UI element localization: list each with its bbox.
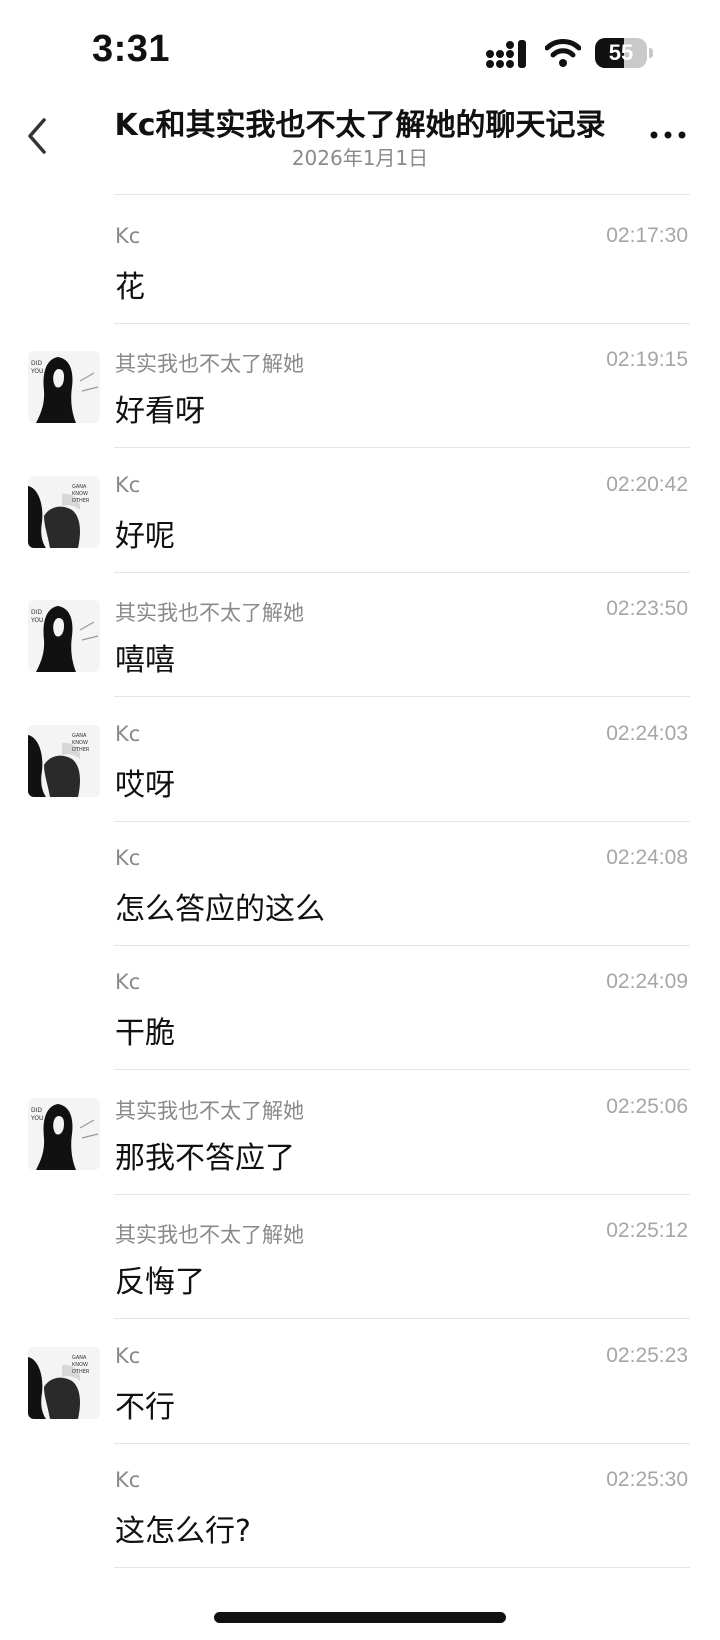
message-text[interactable]: 干脆 (115, 1008, 175, 1052)
message-text[interactable]: 不行 (115, 1382, 175, 1426)
svg-text:KNOW: KNOW (72, 740, 88, 746)
message-row[interactable]: DID YOU 其实我也不太了解她 02:25:06 那我不答应了 (0, 1065, 720, 1195)
nav-bar: Kc和其实我也不太了解她的聊天记录 2026年1月1日 (0, 96, 720, 180)
message-text[interactable]: 嘻嘻 (115, 635, 175, 679)
message-row[interactable]: GANA KNOW OTHER Kc 02:24:03 哎呀 (0, 692, 720, 822)
signal-icon (486, 40, 526, 68)
message-sender: Kc (115, 224, 141, 248)
svg-text:GANA: GANA (72, 733, 87, 739)
svg-text:GANA: GANA (72, 484, 87, 490)
message-row[interactable]: Kc 02:17:30 花 (0, 194, 720, 324)
message-sender: 其实我也不太了解她 (115, 1223, 304, 1247)
svg-text:DID: DID (31, 360, 42, 367)
message-text[interactable]: 这怎么行? (115, 1506, 251, 1550)
battery-percent: 55 (608, 40, 634, 65)
status-time: 3:31 (92, 28, 171, 70)
chevron-left-icon (28, 118, 46, 154)
svg-text:KNOW: KNOW (72, 1362, 88, 1368)
message-sender: Kc (115, 1468, 141, 1492)
message-text[interactable]: 好呢 (115, 511, 175, 555)
message-time: 02:24:09 (606, 970, 688, 993)
message-row[interactable]: 其实我也不太了解她 02:25:12 反悔了 (0, 1189, 720, 1319)
svg-text:KNOW: KNOW (72, 491, 88, 497)
svg-text:DID: DID (31, 1107, 42, 1114)
svg-text:OTHER: OTHER (72, 1369, 90, 1375)
avatar[interactable]: DID YOU (28, 351, 100, 423)
message-row[interactable]: GANA KNOW OTHER Kc 02:20:42 好呢 (0, 443, 720, 573)
svg-text:YOU: YOU (30, 617, 43, 624)
message-time: 02:25:06 (606, 1095, 688, 1118)
more-button[interactable] (648, 120, 688, 150)
message-row[interactable]: Kc 02:24:09 干脆 (0, 940, 720, 1070)
message-sender: Kc (115, 846, 141, 870)
message-row[interactable]: DID YOU 其实我也不太了解她 02:19:15 好看呀 (0, 318, 720, 448)
message-sender: Kc (115, 722, 141, 746)
avatar[interactable]: DID YOU (28, 600, 100, 672)
message-sender: Kc (115, 473, 141, 497)
message-text[interactable]: 哎呀 (115, 760, 175, 804)
message-text[interactable]: 花 (115, 262, 145, 306)
message-sender: Kc (115, 970, 141, 994)
message-time: 02:19:15 (606, 348, 688, 371)
message-time: 02:17:30 (606, 224, 688, 247)
avatar[interactable]: GANA KNOW OTHER (28, 1347, 100, 1419)
page-date: 2026年1月1日 (291, 146, 429, 170)
home-indicator[interactable] (214, 1612, 506, 1623)
message-row[interactable]: DID YOU 其实我也不太了解她 02:23:50 嘻嘻 (0, 567, 720, 697)
avatar[interactable]: GANA KNOW OTHER (28, 725, 100, 797)
message-row[interactable]: Kc 02:24:08 怎么答应的这么 (0, 816, 720, 946)
message-time: 02:25:12 (606, 1219, 688, 1242)
message-sender: 其实我也不太了解她 (115, 601, 304, 625)
message-time: 02:25:30 (606, 1468, 688, 1491)
message-time: 02:20:42 (606, 473, 688, 496)
status-bar: 3:31 55 (0, 0, 720, 104)
message-text[interactable]: 怎么答应的这么 (115, 884, 325, 928)
wifi-icon (545, 39, 581, 67)
message-sender: 其实我也不太了解她 (115, 1099, 304, 1123)
divider (114, 1567, 690, 1568)
svg-text:YOU: YOU (30, 1115, 43, 1122)
message-text[interactable]: 反悔了 (115, 1257, 205, 1301)
battery-icon: 55 (595, 38, 655, 70)
back-button[interactable] (20, 110, 60, 160)
message-text[interactable]: 好看呀 (115, 386, 205, 430)
message-time: 02:25:23 (606, 1344, 688, 1367)
message-sender: 其实我也不太了解她 (115, 352, 304, 376)
svg-text:OTHER: OTHER (72, 498, 90, 504)
message-sender: Kc (115, 1344, 141, 1368)
svg-text:DID: DID (31, 609, 42, 616)
message-time: 02:23:50 (606, 597, 688, 620)
message-row[interactable]: Kc 02:25:30 这怎么行? (0, 1438, 720, 1568)
avatar[interactable]: GANA KNOW OTHER (28, 476, 100, 548)
more-horizontal-icon (650, 131, 686, 139)
svg-text:YOU: YOU (30, 368, 43, 375)
message-time: 02:24:08 (606, 846, 688, 869)
message-row[interactable]: GANA KNOW OTHER Kc 02:25:23 不行 (0, 1314, 720, 1444)
message-time: 02:24:03 (606, 722, 688, 745)
message-text[interactable]: 那我不答应了 (115, 1133, 295, 1177)
avatar[interactable]: DID YOU (28, 1098, 100, 1170)
svg-text:OTHER: OTHER (72, 747, 90, 753)
page-title: Kc和其实我也不太了解她的聊天记录 (114, 108, 606, 143)
svg-text:GANA: GANA (72, 1355, 87, 1361)
